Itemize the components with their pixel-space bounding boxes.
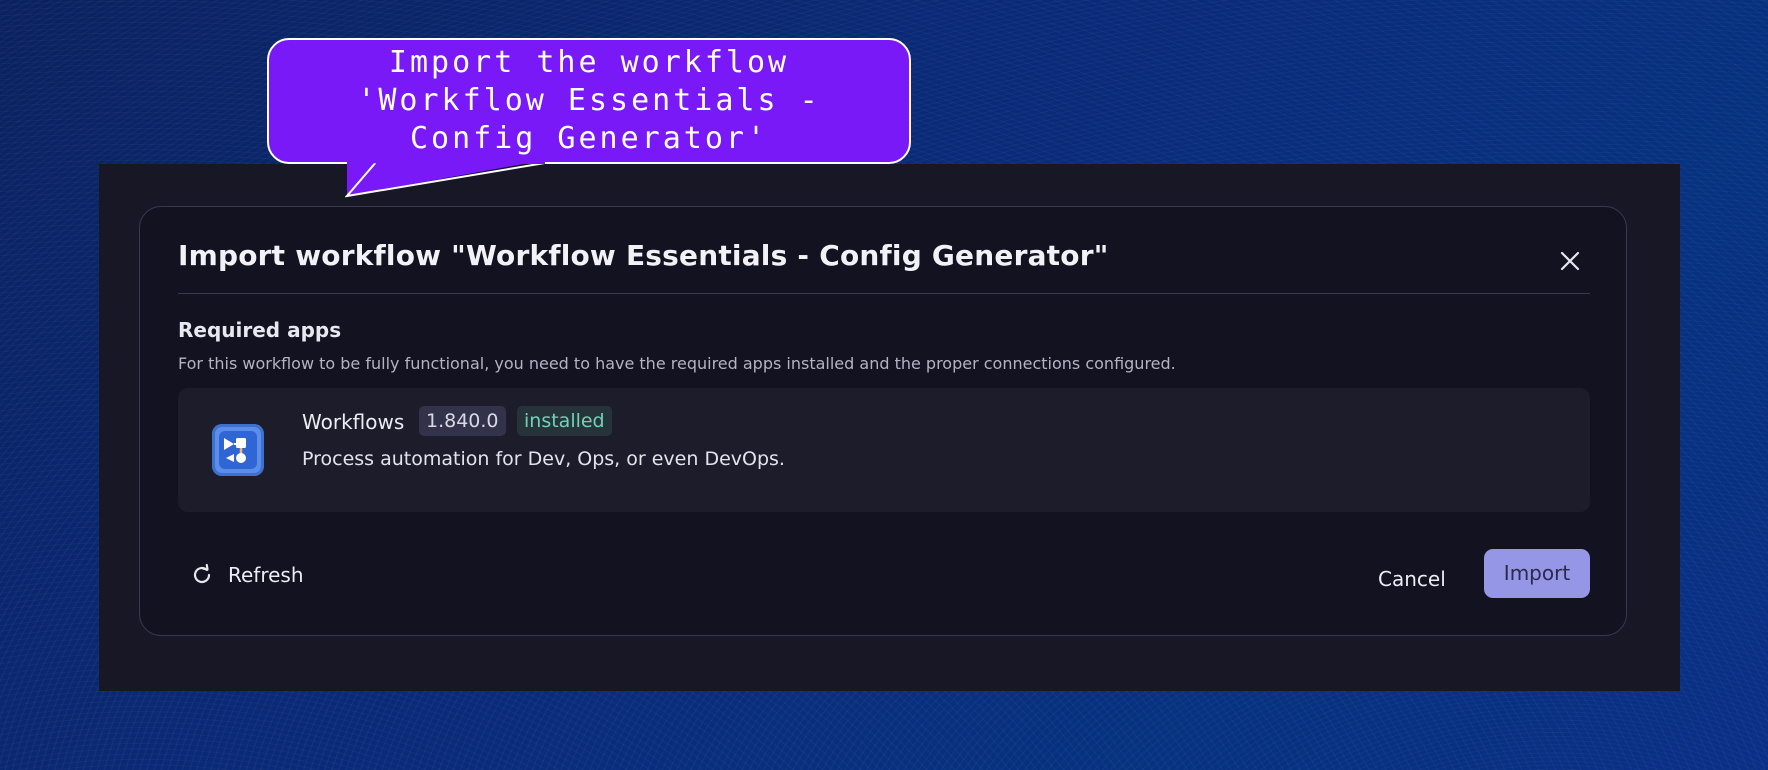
app-card-workflows: Workflows 1.840.0 installed Process auto… (178, 388, 1590, 512)
close-icon (1560, 251, 1580, 271)
import-workflow-dialog: Import workflow "Workflow Essentials - C… (139, 206, 1627, 636)
refresh-label: Refresh (228, 563, 304, 587)
dialog-title: Import workflow "Workflow Essentials - C… (178, 239, 1109, 272)
installed-status-badge: installed (517, 406, 612, 436)
refresh-icon (193, 563, 211, 584)
required-apps-description: For this workflow to be fully functional… (178, 354, 1176, 373)
callout-tail (345, 160, 545, 198)
close-button[interactable] (1550, 241, 1590, 281)
refresh-button[interactable]: Refresh (190, 555, 304, 595)
app-description: Process automation for Dev, Ops, or even… (302, 448, 785, 470)
import-button[interactable]: Import (1484, 549, 1590, 598)
workflows-app-icon (212, 424, 264, 476)
version-badge: 1.840.0 (419, 406, 506, 436)
instruction-callout: Import the workflow 'Workflow Essentials… (267, 38, 911, 164)
cancel-button[interactable]: Cancel (1378, 559, 1446, 599)
required-apps-heading: Required apps (178, 318, 342, 342)
callout-text: Import the workflow 'Workflow Essentials… (357, 45, 821, 156)
title-divider (178, 293, 1590, 294)
app-name: Workflows (302, 410, 405, 434)
